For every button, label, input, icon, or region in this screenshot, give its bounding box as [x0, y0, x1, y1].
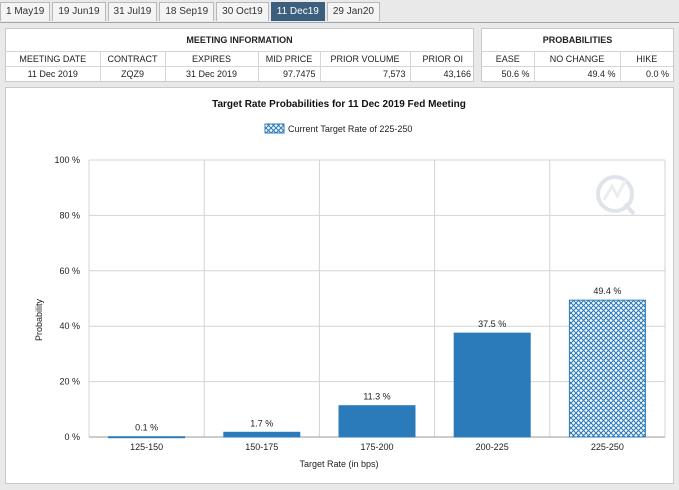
data-label-150-175: 1.7 %	[250, 418, 273, 428]
mid-price-value: 97.7475	[258, 66, 321, 81]
expires-value: 31 Dec 2019	[165, 66, 259, 81]
chart-title: Target Rate Probabilities for 11 Dec 201…	[212, 99, 466, 110]
watermark-logo-icon	[596, 175, 636, 216]
y-tick-label: 40 %	[59, 321, 80, 331]
data-label-175-200: 11.3 %	[363, 392, 390, 402]
y-tick-label: 100 %	[54, 155, 80, 165]
column-header-ease: EASE	[482, 52, 535, 67]
probabilities-panel: PROBABILITIES EASE NO CHANGE HIKE 50.6 %…	[481, 28, 674, 82]
chart-container: Target Rate Probabilities for 11 Dec 201…	[5, 87, 674, 484]
column-header-no-change: NO CHANGE	[534, 52, 621, 67]
tab-1-may19[interactable]: 1 May19	[0, 2, 51, 21]
bar-125-150	[108, 436, 186, 439]
prior-volume-value: 7,573	[320, 66, 411, 81]
tab-31-jul19[interactable]: 31 Jul19	[107, 2, 158, 21]
meeting-information-header-row: MEETING DATE CONTRACT EXPIRES MID PRICE …	[6, 52, 475, 67]
column-header-prior-oi: PRIOR OI	[410, 52, 475, 67]
y-tick-label: 60 %	[59, 266, 80, 276]
bar-225-250	[568, 299, 646, 438]
meeting-information-header: MEETING INFORMATION	[6, 29, 473, 52]
tab-18-sep19[interactable]: 18 Sep19	[159, 2, 215, 21]
tab-divider	[0, 22, 679, 23]
column-header-meeting-date: MEETING DATE	[6, 52, 101, 67]
column-header-prior-volume: PRIOR VOLUME	[320, 52, 411, 67]
table-row: 50.6 % 49.4 % 0.0 %	[482, 66, 673, 81]
x-tick-label-225-250: 225-250	[591, 442, 624, 452]
x-axis-title: Target Rate (in bps)	[299, 459, 378, 469]
y-axis-title: Probability	[34, 298, 44, 341]
probabilities-header: PROBABILITIES	[482, 29, 673, 52]
column-header-expires: EXPIRES	[165, 52, 259, 67]
chart-bars	[108, 299, 646, 439]
y-tick-label: 80 %	[59, 210, 80, 220]
probabilities-header-row: EASE NO CHANGE HIKE	[482, 52, 673, 67]
prior-oi-value: 43,166	[443, 69, 471, 79]
column-header-mid-price: MID PRICE	[258, 52, 321, 67]
data-label-225-250: 49.4 %	[593, 286, 621, 296]
x-tick-label-200-225: 200-225	[476, 442, 509, 452]
tab-19-jun19[interactable]: 19 Jun19	[52, 2, 106, 21]
y-tick-label: 20 %	[59, 377, 80, 387]
contract-value: ZQZ9	[100, 66, 166, 81]
column-header-contract: CONTRACT	[100, 52, 166, 67]
bar-175-200	[338, 405, 416, 438]
x-tick-label-150-175: 150-175	[245, 442, 278, 452]
tab-11-dec19[interactable]: 11 Dec19	[270, 2, 325, 21]
y-tick-label: 0 %	[64, 432, 80, 442]
meeting-information-panel: MEETING INFORMATION MEETING DATE CONTRAC…	[5, 28, 475, 82]
meeting-information-table: MEETING DATE CONTRACT EXPIRES MID PRICE …	[6, 52, 475, 81]
x-tick-label-175-200: 175-200	[360, 442, 393, 452]
legend-swatch	[264, 123, 285, 134]
hike-value: 0.0 %	[645, 69, 669, 79]
no-change-value: 49.4 %	[534, 66, 621, 81]
bar-200-225	[453, 332, 531, 438]
ease-value: 50.6 %	[482, 66, 535, 81]
table-row: 11 Dec 2019 ZQZ9 31 Dec 2019 97.7475 7,5…	[6, 66, 475, 81]
bar-150-175	[223, 431, 301, 438]
data-label-125-150: 0.1 %	[135, 423, 158, 433]
meeting-date-tabs: 1 May19 19 Jun19 31 Jul19 18 Sep19 30 Oct19 1…	[0, 2, 382, 23]
probabilities-table: EASE NO CHANGE HIKE 50.6 % 49.4 % 0.0 %	[482, 52, 673, 81]
legend-label: Current Target Rate of 225-250	[288, 124, 412, 134]
column-header-hike: HIKE	[620, 52, 673, 67]
target-rate-probability-chart: Target Rate Probabilities for 11 Dec 201…	[34, 99, 666, 469]
tab-30-oct19[interactable]: 30 Oct19	[216, 2, 269, 21]
data-label-200-225: 37.5 %	[478, 319, 506, 329]
x-tick-label-125-150: 125-150	[130, 442, 163, 452]
meeting-date-value: 11 Dec 2019	[6, 66, 101, 81]
tab-29-jan20[interactable]: 29 Jan20	[326, 2, 380, 21]
